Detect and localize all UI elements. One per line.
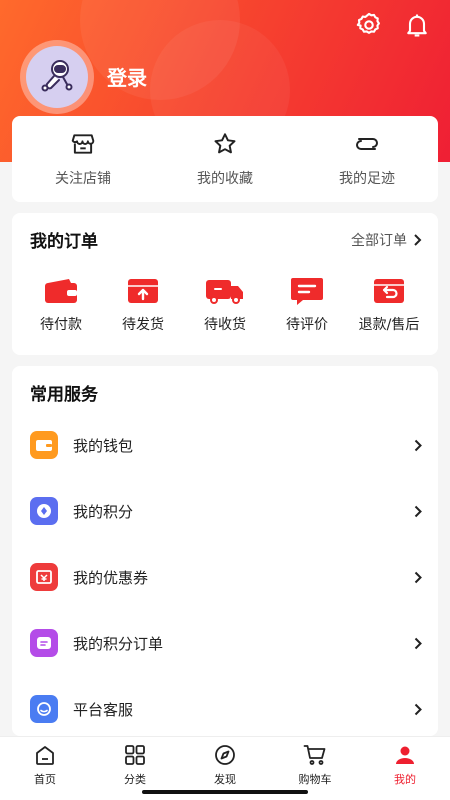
footprint-icon — [353, 130, 381, 158]
tab-label: 我的 — [394, 773, 416, 786]
chevron-right-icon — [414, 505, 422, 517]
services-title: 常用服务 — [30, 385, 98, 405]
chevron-right-icon — [414, 703, 422, 715]
service-customer-service[interactable]: 平台客服 — [12, 676, 438, 742]
order-status-label: 待发货 — [122, 317, 164, 333]
order-status-refund[interactable]: 退款/售后 — [348, 276, 430, 334]
order-status-pending-review[interactable]: 待评价 — [266, 276, 348, 334]
order-status-label: 待评价 — [286, 317, 328, 333]
service-points-orders[interactable]: 我的积分订单 — [12, 610, 438, 676]
chevron-right-icon — [414, 571, 422, 583]
order-status-label: 待付款 — [40, 317, 82, 333]
astronaut-avatar-icon — [26, 46, 88, 108]
customer-service-icon — [30, 695, 58, 723]
return-icon — [372, 276, 406, 306]
service-label: 我的积分订单 — [73, 634, 164, 653]
order-status-label: 待收货 — [204, 317, 246, 333]
comment-icon — [289, 276, 325, 306]
quick-link-label: 关注店铺 — [55, 171, 111, 187]
services-card: 常用服务 我的钱包 我的积分 我的优惠券 我的积分订单 平台客服 — [12, 366, 438, 736]
tab-label: 发现 — [214, 773, 236, 786]
all-orders-label: 全部订单 — [351, 232, 407, 249]
compass-icon — [214, 743, 236, 767]
service-label: 我的钱包 — [73, 436, 134, 455]
quick-link-followed-stores[interactable]: 关注店铺 — [12, 116, 154, 202]
chevron-right-icon — [414, 637, 422, 649]
user-icon — [394, 743, 416, 767]
orders-title: 我的订单 — [30, 232, 98, 252]
quick-link-favorites[interactable]: 我的收藏 — [154, 116, 296, 202]
all-orders-link[interactable]: 全部订单 — [351, 230, 422, 250]
home-icon — [34, 743, 56, 767]
home-indicator — [142, 790, 308, 794]
service-label: 我的优惠券 — [73, 568, 149, 587]
wallet-icon — [30, 431, 58, 459]
service-label: 平台客服 — [73, 700, 134, 719]
service-coupons[interactable]: 我的优惠券 — [12, 544, 438, 610]
orders-card: 我的订单 全部订单 待付款 待发货 待收货 待评价 退款/售后 — [12, 213, 438, 355]
store-icon — [70, 130, 96, 158]
tab-label: 分类 — [124, 773, 146, 786]
quick-links-card: 关注店铺 我的收藏 我的足迹 — [12, 116, 438, 202]
order-status-pending-payment[interactable]: 待付款 — [20, 276, 102, 334]
upload-box-icon — [126, 276, 160, 306]
order-status-label: 退款/售后 — [358, 317, 420, 333]
wallet-icon — [43, 276, 79, 306]
quick-link-footprints[interactable]: 我的足迹 — [296, 116, 438, 202]
service-wallet[interactable]: 我的钱包 — [12, 412, 438, 478]
points-order-icon — [30, 629, 58, 657]
cart-icon — [303, 743, 327, 767]
tab-home[interactable]: 首页 — [0, 737, 90, 800]
star-icon — [212, 130, 238, 158]
login-link[interactable]: 登录 — [107, 62, 147, 91]
bell-icon[interactable] — [402, 10, 432, 40]
points-icon — [30, 497, 58, 525]
chevron-right-icon — [414, 233, 422, 246]
tab-profile[interactable]: 我的 — [360, 737, 450, 800]
quick-link-label: 我的足迹 — [339, 171, 395, 187]
service-points[interactable]: 我的积分 — [12, 478, 438, 544]
tab-label: 购物车 — [298, 773, 332, 786]
quick-link-label: 我的收藏 — [197, 171, 253, 187]
gear-icon[interactable] — [354, 10, 384, 40]
avatar[interactable] — [20, 40, 94, 114]
truck-icon — [205, 276, 245, 306]
order-status-pending-receipt[interactable]: 待收货 — [184, 276, 266, 334]
order-status-pending-shipment[interactable]: 待发货 — [102, 276, 184, 334]
service-label: 我的积分 — [73, 502, 134, 521]
tab-label: 首页 — [34, 773, 56, 786]
coupon-icon — [30, 563, 58, 591]
chevron-right-icon — [414, 439, 422, 451]
grid-icon — [124, 743, 146, 767]
